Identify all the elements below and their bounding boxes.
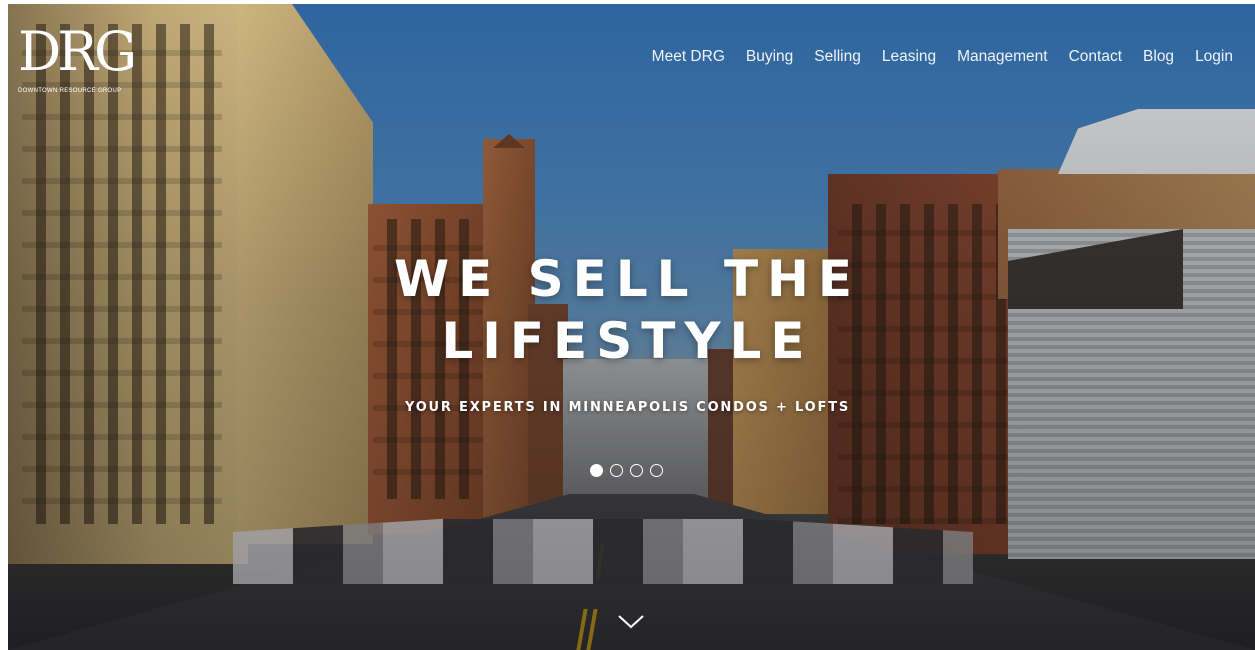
nav-item-leasing[interactable]: Leasing xyxy=(882,48,936,66)
nav-item-contact[interactable]: Contact xyxy=(1069,48,1122,66)
nav-item-selling[interactable]: Selling xyxy=(814,48,861,66)
hero-headline: WE SELL THE LIFESTYLE xyxy=(0,248,1255,372)
slider-dot-4[interactable] xyxy=(650,464,663,477)
site-logo[interactable]: DRG DOWNTOWN RESOURCE GROUP xyxy=(18,20,137,112)
nav-item-meet-drg[interactable]: Meet DRG xyxy=(652,48,725,66)
nav-item-management[interactable]: Management xyxy=(957,48,1047,66)
nav-item-buying[interactable]: Buying xyxy=(746,48,793,66)
slider-dots xyxy=(590,464,663,477)
slider-dot-3[interactable] xyxy=(630,464,643,477)
logo-tagline: DOWNTOWN RESOURCE GROUP xyxy=(18,88,122,94)
chevron-down-icon[interactable] xyxy=(617,614,645,630)
hero-subheadline: YOUR EXPERTS IN MINNEAPOLIS CONDOS + LOF… xyxy=(404,400,851,415)
hero-headline-line2: LIFESTYLE xyxy=(441,312,814,370)
logo-mark: DRG xyxy=(18,20,137,83)
nav-item-blog[interactable]: Blog xyxy=(1143,48,1174,66)
nav-item-login[interactable]: Login xyxy=(1195,48,1233,66)
slider-dot-1[interactable] xyxy=(590,464,603,477)
hero-headline-line1: WE SELL THE xyxy=(393,250,862,308)
slider-dot-2[interactable] xyxy=(610,464,623,477)
main-nav: Meet DRG Buying Selling Leasing Manageme… xyxy=(652,48,1233,66)
